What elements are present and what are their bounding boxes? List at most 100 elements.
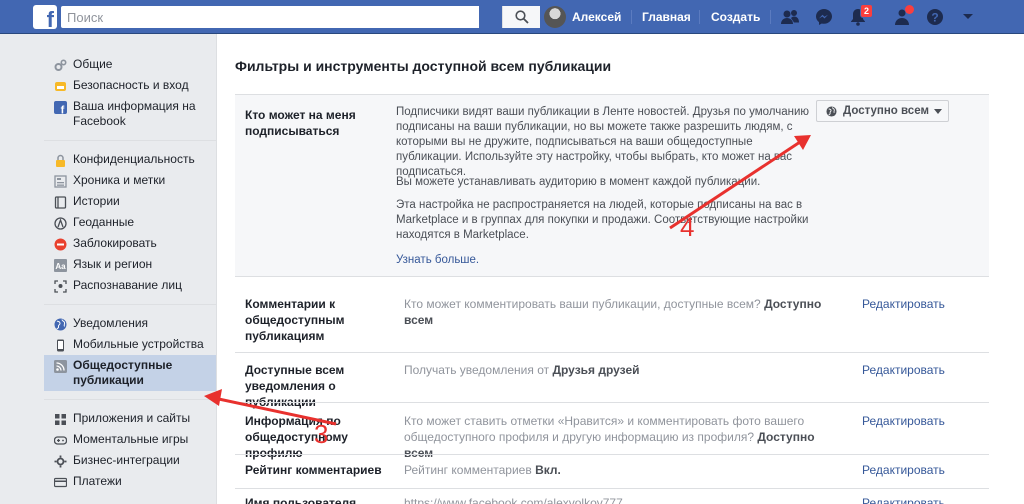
apps-icon [53,412,67,426]
gear-icon [53,58,67,72]
sidebar-item-gear[interactable]: Общие [44,54,216,75]
setting-description: https://www.facebook.com/alexvolkov777 [404,496,623,504]
follow-audience-note: Вы можете устанавливать аудиторию в моме… [396,176,761,188]
public-comments-setting: Комментарии к общедоступным публикациям … [235,276,989,343]
sidebar-divider [44,399,216,400]
sidebar-divider [44,304,216,305]
friend-requests-button[interactable] [778,5,802,29]
annotation-label-4: 4 [680,212,695,242]
sidebar-item-block[interactable]: Заблокировать [44,233,216,254]
top-navigation-bar: f Алексей Главная Создать 2 ? [0,0,1024,34]
setting-description-text: Кто может комментировать ваши публикации… [404,297,761,311]
sidebar-item-rss[interactable]: Общедоступные публикации [44,355,216,391]
sidebar-item-timeline[interactable]: Хроника и метки [44,170,216,191]
friends-icon [781,10,799,24]
business-icon [53,454,67,468]
sidebar-item-book[interactable]: Истории [44,191,216,212]
search-icon [514,10,529,24]
public-post-notifications-setting: Доступные всем уведомления о публикации … [235,352,989,409]
sidebar-item-label: Истории [73,194,120,208]
follow-marketplace-note: Эта настройка не распространяется на люд… [396,199,809,241]
help-button[interactable]: ? [923,5,947,29]
sidebar-item-shield[interactable]: Безопасность и вход [44,75,216,96]
sidebar-item-business[interactable]: Бизнес-интеграции [44,450,216,471]
sidebar-item-label: Общедоступные публикации [73,358,173,387]
sidebar-item-lock[interactable]: Конфиденциальность [44,149,216,170]
sidebar-item-payment[interactable]: Платежи [44,471,216,492]
audience-selector-label: Доступно всем [843,105,929,117]
notifications-button[interactable]: 2 [846,4,874,29]
sidebar-item-label: Уведомления [73,316,149,330]
sidebar-item-label: Общие [73,57,113,71]
sidebar-item-label: Конфиденциальность [73,152,195,166]
face-icon [53,279,67,293]
create-link[interactable]: Создать [711,5,760,29]
sidebar-item-apps[interactable]: Приложения и сайты [44,408,216,429]
edit-link[interactable]: Редактировать [862,296,945,312]
sidebar-item-location[interactable]: Геоданные [44,212,216,233]
sidebar-item-mobile[interactable]: Мобильные устройства [44,334,216,355]
follow-setting-section: Кто может на меня подписываться Подписчи… [235,94,989,276]
sidebar-item-label: Язык и регион [73,257,153,271]
svg-text:Aa: Aa [55,262,66,271]
sidebar-item-facebook[interactable]: f Ваша информация на Facebook [44,96,216,132]
divider [770,10,771,24]
audience-selector-button[interactable]: Доступно всем [816,100,949,122]
chevron-down-icon [963,14,973,19]
sidebar-item-label: Моментальные игры [73,432,189,446]
follow-description: Подписчики видят ваши публикации в Ленте… [396,106,810,178]
home-link[interactable]: Главная [642,5,691,29]
sidebar-item-label: Платежи [73,474,122,488]
sidebar-item-label: Геоданные [73,215,135,229]
settings-sidebar: Общие Безопасность и вход f Ваша информация… [44,54,216,492]
rss-icon [53,359,67,373]
setting-description-text: Рейтинг комментариев [404,463,532,477]
edit-link[interactable]: Редактировать [862,362,945,378]
setting-value: Вкл. [535,463,561,477]
divider [699,10,700,24]
sidebar-item-gamepad[interactable]: Моментальные игры [44,429,216,450]
setting-description: Кто может комментировать ваши публикации… [404,296,844,328]
messenger-icon [816,9,832,25]
edit-link[interactable]: Редактировать [862,413,945,429]
sidebar-item-label: Бизнес-интеграции [73,453,180,467]
setting-description-text: Кто может ставить отметки «Нравится» и к… [404,414,805,444]
quick-help-button[interactable] [890,5,914,29]
divider [631,10,632,24]
sidebar-item-language[interactable]: Aa Язык и регион [44,254,216,275]
user-name: Алексей [572,10,622,24]
learn-more-link[interactable]: Узнать больше. [396,253,479,268]
gamepad-icon [53,433,67,447]
facebook-logo[interactable]: f [33,5,57,29]
sidebar-item-face[interactable]: Распознавание лиц [44,275,216,296]
comment-ranking-setting: Рейтинг комментариев Рейтинг комментарие… [235,454,989,488]
avatar [544,6,566,28]
account-menu-button[interactable] [956,5,980,29]
mobile-icon [53,338,67,352]
sidebar-item-label: Безопасность и вход [73,78,189,92]
block-icon [53,237,67,251]
setting-label: Комментарии к общедоступным публикациям [245,297,345,343]
messenger-button[interactable] [812,5,836,29]
page-title: Фильтры и инструменты доступной всем пуб… [235,58,612,74]
search-box [61,6,540,28]
notifications-badge: 2 [860,4,874,18]
profile-link[interactable]: Алексей [544,5,621,29]
sidebar-item-label: Мобильные устройства [73,337,204,351]
sidebar-item-label: Ваша информация на Facebook [73,99,196,128]
edit-link[interactable]: Редактировать [862,495,945,504]
sidebar-item-label: Заблокировать [73,236,157,250]
svg-text:f: f [60,104,64,114]
svg-text:?: ? [931,11,938,25]
sidebar-item-globe[interactable]: Уведомления [44,313,216,334]
book-icon [53,195,67,209]
search-input[interactable] [61,6,441,28]
chevron-down-icon [933,108,942,114]
sidebar-item-label: Хроника и метки [73,173,166,187]
lock-icon [53,153,67,167]
username-setting: Имя пользователя https://www.facebook.co… [235,488,989,504]
annotation-label-3: 3 [314,419,329,449]
search-button[interactable] [502,6,540,28]
edit-link[interactable]: Редактировать [862,462,945,478]
shield-icon [53,79,67,93]
